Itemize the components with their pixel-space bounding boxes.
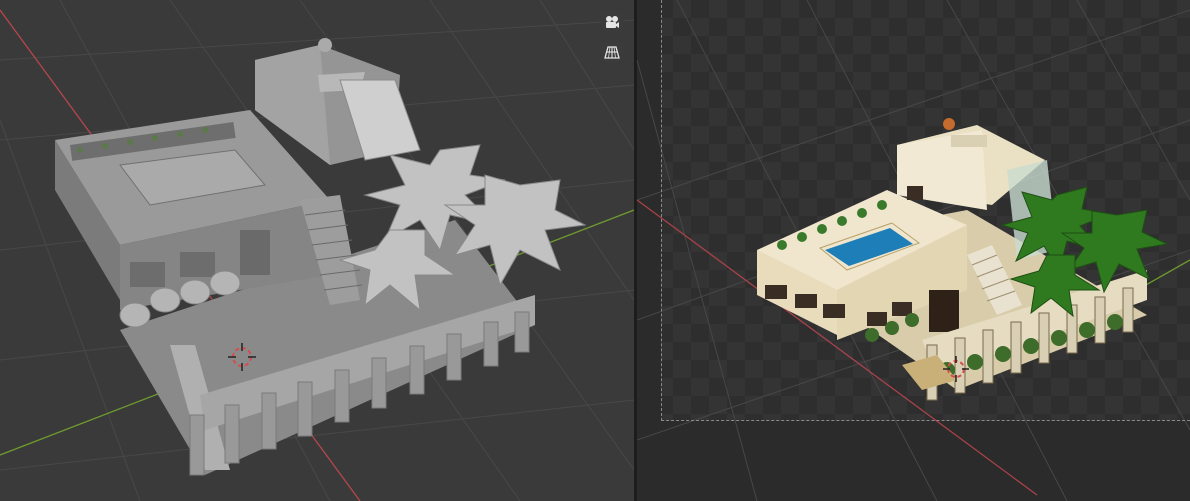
editor-split [0, 0, 1190, 501]
camera-view-button[interactable] [600, 10, 624, 34]
camera-view-icon [606, 16, 619, 28]
camera-frame-border [661, 0, 1190, 421]
grid-ortho-toggle-button[interactable] [600, 40, 624, 64]
viewport-rendered[interactable] [637, 0, 1190, 501]
building-solid [55, 38, 587, 476]
viewport-solid-canvas [0, 0, 634, 501]
viewport-solid[interactable] [0, 0, 634, 501]
grid-ortho-toggle-icon [604, 46, 620, 59]
